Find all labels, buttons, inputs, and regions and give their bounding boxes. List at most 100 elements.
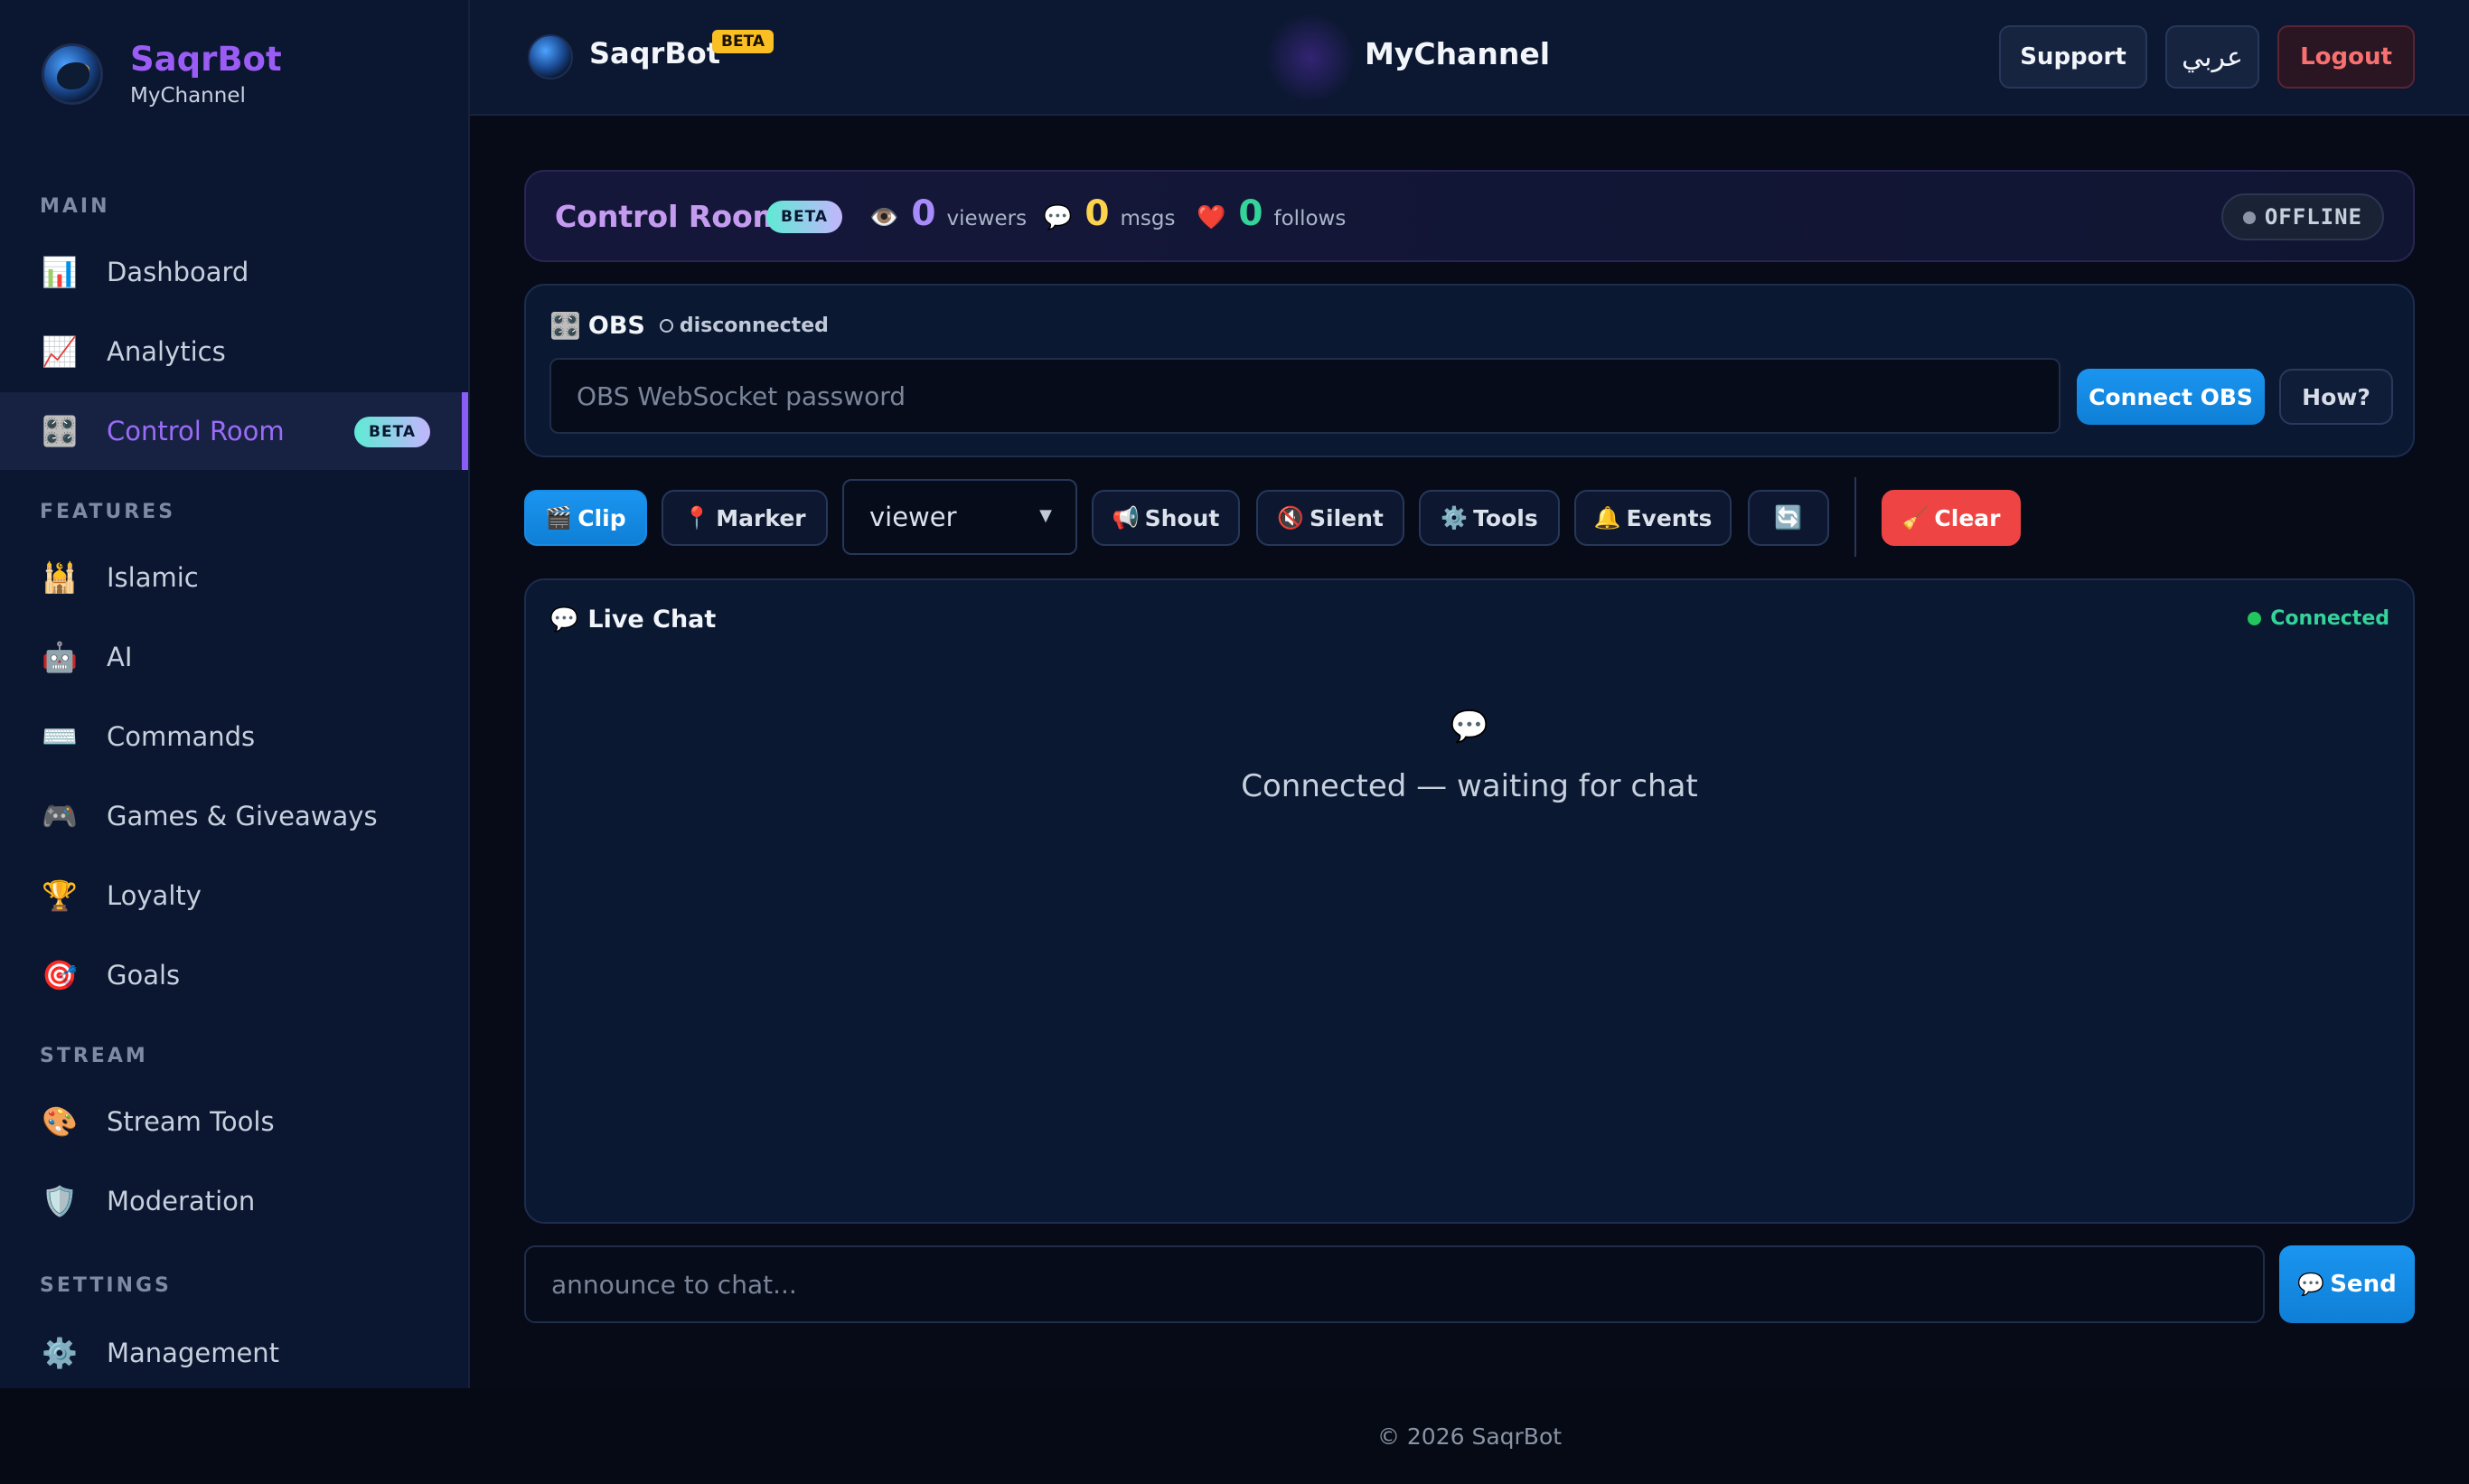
glow-decoration bbox=[1265, 13, 1356, 103]
sidebar-item-commands[interactable]: ⌨️ Commands bbox=[0, 698, 468, 775]
sidebar-item-label: Islamic bbox=[107, 562, 199, 593]
bar-chart-icon: 📊 bbox=[42, 255, 78, 289]
beta-badge: BETA bbox=[766, 201, 843, 233]
events-label: Events bbox=[1626, 504, 1713, 531]
obs-title: OBS bbox=[587, 312, 645, 340]
chat-title: 💬 Live Chat bbox=[549, 606, 716, 634]
send-label: Send bbox=[2330, 1271, 2397, 1298]
logout-button[interactable]: Logout bbox=[2277, 25, 2415, 89]
send-button[interactable]: 💬 Send bbox=[2279, 1245, 2415, 1323]
palette-icon: 🎨 bbox=[42, 1104, 78, 1139]
bell-icon: 🔔 bbox=[1593, 505, 1621, 531]
viewers-label: viewers bbox=[946, 207, 1028, 230]
chat-title-text: Live Chat bbox=[587, 606, 717, 634]
silent-button[interactable]: 🔇 Silent bbox=[1256, 490, 1404, 546]
brand-channel: MyChannel bbox=[130, 83, 246, 108]
sidebar-item-moderation[interactable]: 🛡️ Moderation bbox=[0, 1162, 468, 1240]
heart-icon: ❤️ bbox=[1197, 204, 1226, 231]
megaphone-icon: 📢 bbox=[1112, 505, 1140, 531]
sidebar-item-label: Goals bbox=[107, 960, 181, 991]
sidebar-item-label: Games & Giveaways bbox=[107, 801, 378, 831]
shield-icon: 🛡️ bbox=[42, 1184, 78, 1218]
keyboard-icon: ⌨️ bbox=[42, 719, 78, 754]
refresh-icon: 🔄 bbox=[1774, 504, 1803, 531]
chat-connection-status: Connected bbox=[2248, 607, 2389, 630]
marker-button[interactable]: 📍 Marker bbox=[662, 490, 828, 546]
sidebar-item-label: Analytics bbox=[107, 336, 226, 367]
obs-status: disconnected bbox=[659, 315, 829, 337]
events-button[interactable]: 🔔 Events bbox=[1574, 490, 1732, 546]
sidebar-item-loyalty[interactable]: 🏆 Loyalty bbox=[0, 857, 468, 935]
how-button[interactable]: How? bbox=[2279, 369, 2393, 425]
shout-button[interactable]: 📢 Shout bbox=[1092, 490, 1240, 546]
messages-label: msgs bbox=[1120, 207, 1176, 230]
follows-stat: ❤️ 0 follows bbox=[1197, 193, 1346, 234]
target-icon: 🎯 bbox=[42, 958, 78, 992]
app-name: SaqrBot bbox=[589, 36, 720, 70]
connect-obs-button[interactable]: Connect OBS bbox=[2077, 369, 2265, 425]
clapper-icon: 🎬 bbox=[545, 505, 573, 531]
control-knobs-icon: 🎛️ bbox=[42, 414, 78, 448]
trend-chart-icon: 📈 bbox=[42, 334, 78, 369]
messages-count: 0 bbox=[1084, 193, 1110, 234]
sidebar-item-label: Dashboard bbox=[107, 257, 249, 287]
sidebar-item-label: Loyalty bbox=[107, 880, 202, 911]
brand[interactable]: SaqrBot MyChannel bbox=[42, 41, 282, 108]
section-main: MAIN bbox=[40, 195, 110, 218]
sidebar-item-label: AI bbox=[107, 642, 133, 672]
robot-icon: 🤖 bbox=[42, 640, 78, 674]
sidebar-item-control-room[interactable]: 🎛️ Control Room BETA bbox=[0, 392, 468, 470]
viewers-stat: 👁️ 0 viewers bbox=[869, 193, 1027, 234]
sidebar-item-management[interactable]: ⚙️ Management bbox=[0, 1314, 468, 1392]
sidebar-item-dashboard[interactable]: 📊 Dashboard bbox=[0, 233, 468, 311]
announce-input[interactable] bbox=[524, 1245, 2265, 1323]
marker-label: Marker bbox=[716, 504, 806, 531]
refresh-button[interactable]: 🔄 bbox=[1748, 490, 1829, 546]
stream-status-badge: OFFLINE bbox=[2220, 193, 2384, 240]
gear-icon: ⚙️ bbox=[1441, 505, 1469, 531]
falcon-logo-icon bbox=[42, 43, 103, 106]
sidebar-item-analytics[interactable]: 📈 Analytics bbox=[0, 313, 468, 390]
clip-button[interactable]: 🎬 Clip bbox=[524, 490, 647, 546]
sidebar-item-label: Control Room bbox=[107, 416, 285, 446]
topbar: SaqrBot BETA MyChannel Support عربي Logo… bbox=[470, 0, 2469, 116]
follows-count: 0 bbox=[1238, 193, 1263, 234]
sidebar-item-label: Commands bbox=[107, 721, 256, 752]
messages-stat: 💬 0 msgs bbox=[1043, 193, 1176, 234]
role-select[interactable]: viewer ▼ bbox=[842, 479, 1077, 555]
beta-badge: BETA bbox=[712, 30, 774, 53]
role-select-value: viewer bbox=[869, 502, 957, 532]
speech-bubble-icon: 💬 bbox=[1043, 204, 1073, 231]
obs-password-input[interactable] bbox=[549, 358, 2061, 434]
obs-panel: 🎛️ OBS disconnected Connect OBS How? bbox=[524, 284, 2415, 457]
sidebar-item-label: Management bbox=[107, 1338, 280, 1368]
chat-empty-message: Connected — waiting for chat bbox=[1241, 768, 1698, 804]
sidebar-item-games-giveaways[interactable]: 🎮 Games & Giveaways bbox=[0, 777, 468, 855]
broom-icon: 🧹 bbox=[1901, 505, 1929, 531]
sidebar-item-goals[interactable]: 🎯 Goals bbox=[0, 936, 468, 1014]
beta-badge: BETA bbox=[354, 417, 431, 447]
falcon-logo-icon bbox=[528, 34, 573, 80]
sidebar-item-stream-tools[interactable]: 🎨 Stream Tools bbox=[0, 1083, 468, 1160]
eye-icon: 👁️ bbox=[869, 204, 899, 231]
chat-status-text: Connected bbox=[2270, 607, 2389, 630]
obs-status-text: disconnected bbox=[679, 315, 829, 337]
copyright-text: © 2026 SaqrBot bbox=[1376, 1423, 1563, 1450]
language-toggle-button[interactable]: عربي bbox=[2165, 25, 2259, 89]
sidebar-item-islamic[interactable]: 🕌 Islamic bbox=[0, 539, 468, 616]
mosque-icon: 🕌 bbox=[42, 560, 78, 595]
toolbar-divider bbox=[1854, 477, 1856, 557]
live-chat-panel: 💬 Live Chat Connected 💬 Connected — wait… bbox=[524, 578, 2415, 1224]
section-settings: SETTINGS bbox=[40, 1274, 172, 1297]
clear-button[interactable]: 🧹 Clear bbox=[1882, 490, 2021, 546]
page-title: Control Room bbox=[555, 199, 784, 234]
speech-bubble-icon: 💬 bbox=[549, 606, 579, 634]
sidebar-item-label: Moderation bbox=[107, 1186, 256, 1216]
section-features: FEATURES bbox=[40, 501, 176, 523]
speech-bubble-icon: 💬 bbox=[2297, 1272, 2325, 1297]
control-knobs-icon: 🎛️ bbox=[549, 311, 581, 341]
sidebar-item-ai[interactable]: 🤖 AI bbox=[0, 618, 468, 696]
tools-button[interactable]: ⚙️ Tools bbox=[1419, 490, 1560, 546]
section-stream: STREAM bbox=[40, 1045, 148, 1067]
support-button[interactable]: Support bbox=[1999, 25, 2147, 89]
